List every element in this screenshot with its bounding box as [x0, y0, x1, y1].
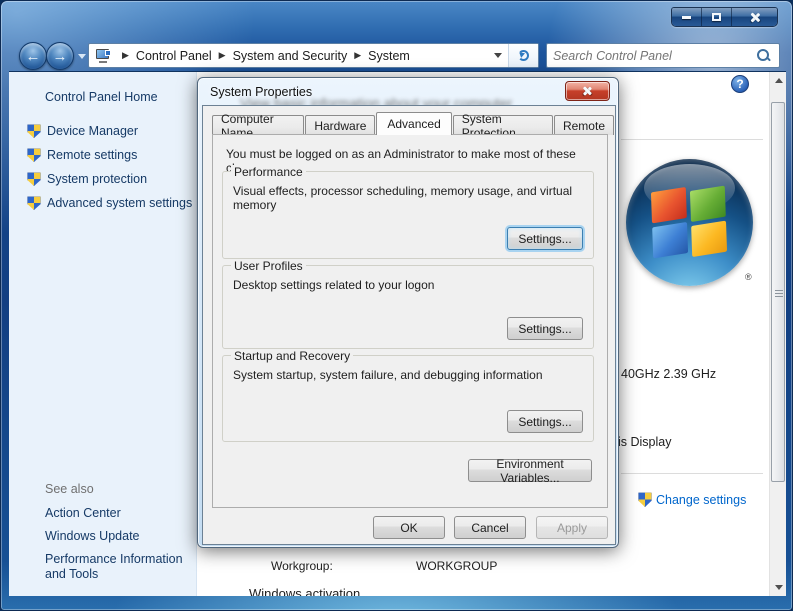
- change-settings-link[interactable]: Change settings: [638, 492, 746, 507]
- scrollbar-grip-icon: [775, 290, 783, 298]
- close-icon: [749, 12, 760, 23]
- breadcrumb-control-panel[interactable]: Control Panel: [136, 49, 212, 63]
- scrollbar-thumb[interactable]: [771, 102, 785, 482]
- sidebar-link-performance-info[interactable]: Performance Information and Tools: [45, 552, 197, 582]
- breadcrumb-chevron-icon: ▶: [219, 50, 226, 61]
- explorer-window: ← → ▶ Control Panel ▶ System and Securit…: [0, 0, 793, 611]
- breadcrumb-chevron-icon: ▶: [122, 50, 129, 61]
- back-icon: ←: [26, 48, 41, 65]
- sidebar-control-panel-home[interactable]: Control Panel Home: [45, 90, 158, 104]
- performance-settings-button[interactable]: Settings...: [507, 227, 583, 250]
- tab-hardware[interactable]: Hardware: [305, 115, 375, 135]
- dialog-actions: OK Cancel Apply: [203, 516, 615, 542]
- uac-shield-icon: [27, 124, 41, 138]
- sidebar-item-label: Device Manager: [47, 124, 138, 138]
- tab-advanced[interactable]: Advanced: [376, 112, 451, 135]
- arrow-down-icon: [775, 585, 783, 590]
- maximize-button[interactable]: [702, 8, 732, 26]
- refresh-icon: [518, 50, 529, 61]
- recent-pages-dropdown-icon[interactable]: [78, 54, 86, 59]
- dialog-body: Computer Name Hardware Advanced System P…: [202, 105, 616, 545]
- uac-shield-icon: [27, 196, 41, 210]
- uac-shield-icon: [27, 172, 41, 186]
- forward-icon: →: [53, 48, 68, 65]
- performance-group: Performance Visual effects, processor sc…: [222, 171, 594, 259]
- section-divider: [621, 473, 763, 474]
- dialog-tabs: Computer Name Hardware Advanced System P…: [212, 112, 615, 135]
- pen-touch-text-fragment: is Display: [618, 435, 672, 449]
- processor-text-fragment: 40GHz 2.39 GHz: [621, 367, 716, 381]
- uac-shield-icon: [27, 148, 41, 162]
- advanced-tab-page: You must be logged on as an Administrato…: [212, 134, 608, 508]
- sidebar-item-label: Remote settings: [47, 148, 137, 162]
- sidebar-item-device-manager[interactable]: Device Manager: [27, 124, 138, 138]
- arrow-up-icon: [775, 78, 783, 83]
- section-divider: [621, 139, 763, 140]
- search-box: [546, 43, 780, 68]
- startup-recovery-group: Startup and Recovery System startup, sys…: [222, 355, 594, 442]
- sidebar-link-action-center[interactable]: Action Center: [45, 506, 121, 520]
- sidebar: Control Panel Home Device Manager Remote…: [9, 72, 197, 596]
- user-profiles-group-description: Desktop settings related to your logon: [233, 278, 434, 292]
- maximize-icon: [712, 13, 721, 21]
- startup-recovery-settings-button[interactable]: Settings...: [507, 410, 583, 433]
- refresh-button[interactable]: [508, 44, 538, 67]
- help-icon[interactable]: ?: [731, 75, 749, 93]
- computer-icon: [95, 49, 111, 63]
- minimize-icon: [682, 16, 691, 19]
- scroll-up-button[interactable]: [770, 72, 786, 89]
- back-button[interactable]: ←: [19, 42, 47, 70]
- cancel-button[interactable]: Cancel: [454, 516, 526, 539]
- minimize-button[interactable]: [672, 8, 702, 26]
- apply-button: Apply: [536, 516, 608, 539]
- change-settings-label: Change settings: [656, 493, 746, 507]
- windows-logo: [626, 159, 753, 286]
- ok-button[interactable]: OK: [373, 516, 445, 539]
- scroll-down-button[interactable]: [770, 579, 786, 596]
- breadcrumb-system-and-security[interactable]: System and Security: [233, 49, 348, 63]
- sidebar-link-windows-update[interactable]: Windows Update: [45, 529, 140, 543]
- address-dropdown-icon[interactable]: [494, 53, 502, 58]
- breadcrumb-system[interactable]: System: [368, 49, 410, 63]
- breadcrumb-chevron-icon: ▶: [354, 50, 361, 61]
- search-icon[interactable]: [757, 49, 771, 63]
- breadcrumb: ▶ Control Panel ▶ System and Security ▶ …: [115, 49, 410, 63]
- workgroup-value: WORKGROUP: [416, 559, 497, 573]
- tab-computer-name[interactable]: Computer Name: [212, 115, 304, 135]
- sidebar-item-label: Advanced system settings: [47, 196, 192, 210]
- uac-shield-icon: [638, 492, 652, 507]
- dialog-close-button[interactable]: [565, 81, 610, 101]
- user-profiles-group-title: User Profiles: [231, 259, 306, 273]
- sidebar-item-label: System protection: [47, 172, 147, 186]
- tab-system-protection[interactable]: System Protection: [453, 115, 553, 135]
- startup-recovery-group-title: Startup and Recovery: [231, 349, 353, 363]
- sidebar-item-advanced-system-settings[interactable]: Advanced system settings: [27, 196, 192, 210]
- registered-trademark: ®: [745, 272, 752, 282]
- windows-flag-icon: [651, 188, 727, 257]
- see-also-heading: See also: [45, 482, 94, 496]
- windows-activation-heading: Windows activation: [249, 586, 360, 596]
- sidebar-item-system-protection[interactable]: System protection: [27, 172, 147, 186]
- vertical-scrollbar[interactable]: [769, 72, 786, 596]
- caption-buttons: [671, 7, 778, 27]
- navigation-bar: ← → ▶ Control Panel ▶ System and Securit…: [1, 41, 793, 70]
- system-properties-dialog: System Properties View basic information…: [197, 77, 619, 548]
- workgroup-label: Workgroup:: [271, 559, 333, 573]
- performance-group-title: Performance: [231, 165, 306, 179]
- performance-group-description: Visual effects, processor scheduling, me…: [233, 184, 593, 212]
- tab-remote[interactable]: Remote: [554, 115, 614, 135]
- user-profiles-settings-button[interactable]: Settings...: [507, 317, 583, 340]
- forward-button[interactable]: →: [46, 42, 74, 70]
- close-icon: [582, 86, 593, 97]
- sidebar-item-remote-settings[interactable]: Remote settings: [27, 148, 137, 162]
- environment-variables-button[interactable]: Environment Variables...: [468, 459, 592, 482]
- user-profiles-group: User Profiles Desktop settings related t…: [222, 265, 594, 349]
- close-button[interactable]: [732, 8, 777, 26]
- startup-recovery-group-description: System startup, system failure, and debu…: [233, 368, 543, 382]
- search-input[interactable]: [547, 49, 757, 63]
- address-bar[interactable]: ▶ Control Panel ▶ System and Security ▶ …: [88, 43, 539, 68]
